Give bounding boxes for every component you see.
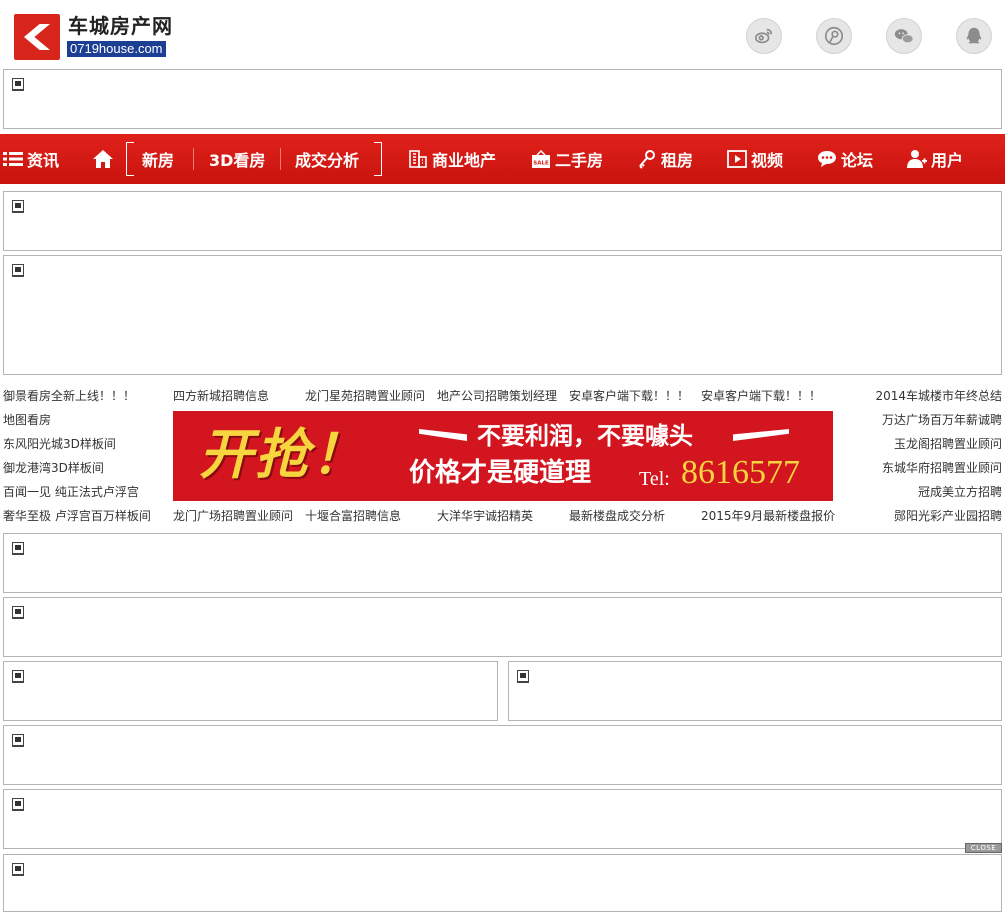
main-nav: 资讯 新房 3D看房 成交分析 商业地产 SALE 二手房 租房 视频 论坛 用… bbox=[0, 134, 1005, 184]
broken-image-icon bbox=[12, 798, 24, 811]
key-icon bbox=[639, 150, 655, 169]
banner-tel-label: Tel: bbox=[639, 468, 670, 490]
text-link[interactable]: 2014车城楼市年终总结 bbox=[875, 388, 1002, 404]
weibo-icon[interactable] bbox=[746, 18, 782, 54]
wechat-icon[interactable] bbox=[886, 18, 922, 54]
nav-item-news[interactable]: 资讯 bbox=[3, 134, 59, 184]
ad-placeholder[interactable] bbox=[3, 661, 498, 721]
nav-item-new-house[interactable]: 新房 bbox=[142, 134, 174, 184]
sale-tag-icon: SALE bbox=[532, 149, 550, 168]
list-icon bbox=[3, 152, 23, 166]
text-link[interactable]: 东城华府招聘置业顾问 bbox=[882, 460, 1002, 476]
banner-line-2: 价格才是硬道理 bbox=[409, 458, 592, 488]
broken-image-icon bbox=[12, 264, 24, 277]
ad-placeholder[interactable] bbox=[3, 597, 1002, 657]
promo-banner[interactable]: 开抢！ 不要利润，不要噱头 价格才是硬道理 Tel: 8616577 bbox=[173, 411, 833, 501]
text-link[interactable]: 大洋华宇诚招精英 bbox=[437, 508, 533, 524]
broken-image-icon bbox=[12, 734, 24, 747]
nav-label: 新房 bbox=[142, 151, 175, 170]
nav-label: 用户 bbox=[931, 151, 964, 170]
text-link[interactable]: 龙门星苑招聘置业顾问 bbox=[305, 388, 425, 404]
text-link[interactable]: 龙门广场招聘置业顾问 bbox=[173, 508, 293, 524]
text-link[interactable]: 玉龙阁招聘置业顾问 bbox=[894, 436, 1002, 452]
home-icon bbox=[93, 150, 113, 168]
logo-mark-icon bbox=[14, 14, 60, 60]
nav-item-forum[interactable]: 论坛 bbox=[817, 134, 873, 184]
nav-label: 二手房 bbox=[555, 151, 604, 170]
broken-image-icon bbox=[12, 78, 24, 91]
banner-headline: 开抢！ bbox=[199, 423, 367, 486]
nav-item-commercial[interactable]: 商业地产 bbox=[408, 134, 496, 184]
text-link[interactable]: 十堰合富招聘信息 bbox=[305, 508, 401, 524]
ad-placeholder[interactable] bbox=[3, 69, 1002, 129]
nav-label: 视频 bbox=[751, 151, 784, 170]
broken-image-icon bbox=[12, 542, 24, 555]
text-link[interactable]: 安卓客户端下载！！！ bbox=[701, 388, 821, 404]
nav-label: 论坛 bbox=[841, 151, 874, 170]
site-logo[interactable]: 车城房产网 0719house.com bbox=[14, 14, 174, 60]
text-link[interactable]: 奢华至极 卢浮宫百万样板间 bbox=[3, 508, 151, 524]
text-link[interactable]: 冠成美立方招聘 bbox=[918, 484, 1002, 500]
nav-label: 商业地产 bbox=[432, 151, 497, 170]
bracket-decoration bbox=[374, 142, 382, 176]
nav-item-deal-analysis[interactable]: 成交分析 bbox=[295, 134, 359, 184]
add-user-icon bbox=[907, 150, 927, 168]
text-link[interactable]: 万达广场百万年薪诚聘 bbox=[882, 412, 1002, 428]
logo-domain: 0719house.com bbox=[67, 41, 166, 57]
broken-image-icon bbox=[12, 606, 24, 619]
bracket-decoration bbox=[126, 142, 134, 176]
text-link[interactable]: 安卓客户端下载！！！ bbox=[569, 388, 689, 404]
arrow-decoration bbox=[419, 429, 467, 441]
ad-placeholder[interactable] bbox=[3, 255, 1002, 375]
building-icon bbox=[409, 150, 427, 168]
chat-icon bbox=[818, 151, 836, 167]
site-header: 车城房产网 0719house.com bbox=[0, 0, 1005, 68]
ad-placeholder[interactable] bbox=[3, 789, 1002, 849]
broken-image-icon bbox=[12, 200, 24, 213]
tencent-weibo-icon[interactable] bbox=[816, 18, 852, 54]
nav-label: 资讯 bbox=[27, 151, 60, 170]
nav-divider bbox=[193, 148, 194, 170]
text-link[interactable]: 郧阳光彩产业园招聘 bbox=[894, 508, 1002, 524]
text-link[interactable]: 御景看房全新上线！！！ bbox=[3, 388, 135, 404]
ad-placeholder[interactable] bbox=[3, 854, 1002, 912]
text-link[interactable]: 百闻一见 纯正法式卢浮宫 bbox=[3, 484, 139, 500]
close-ad-button[interactable]: CLOSE bbox=[965, 843, 1002, 853]
nav-item-second-hand[interactable]: SALE 二手房 bbox=[531, 134, 603, 184]
nav-item-home[interactable] bbox=[93, 134, 113, 184]
banner-tel-number: 8616577 bbox=[681, 454, 800, 491]
text-link[interactable]: 四方新城招聘信息 bbox=[173, 388, 269, 404]
logo-name: 车城房产网 bbox=[68, 14, 173, 38]
text-link[interactable]: 御龙港湾3D样板间 bbox=[3, 460, 104, 476]
text-link[interactable]: 最新楼盘成交分析 bbox=[569, 508, 665, 524]
nav-item-3d-view[interactable]: 3D看房 bbox=[209, 134, 265, 184]
qq-icon[interactable] bbox=[956, 18, 992, 54]
text-link[interactable]: 地图看房 bbox=[3, 412, 51, 428]
nav-label: 3D看房 bbox=[209, 151, 266, 170]
broken-image-icon bbox=[517, 670, 529, 683]
nav-item-user[interactable]: 用户 bbox=[907, 134, 963, 184]
nav-label: 成交分析 bbox=[295, 151, 360, 170]
nav-label: 租房 bbox=[661, 151, 694, 170]
nav-item-video[interactable]: 视频 bbox=[727, 134, 783, 184]
arrow-decoration bbox=[733, 429, 789, 441]
text-link[interactable]: 东风阳光城3D样板间 bbox=[3, 436, 116, 452]
ad-placeholder[interactable] bbox=[3, 191, 1002, 251]
ad-placeholder[interactable] bbox=[3, 725, 1002, 785]
nav-divider bbox=[280, 148, 281, 170]
svg-text:SALE: SALE bbox=[533, 161, 549, 167]
banner-line-1: 不要利润，不要噱头 bbox=[477, 422, 693, 450]
ad-placeholder[interactable] bbox=[508, 661, 1002, 721]
broken-image-icon bbox=[12, 863, 24, 876]
nav-item-rent[interactable]: 租房 bbox=[637, 134, 693, 184]
play-icon bbox=[727, 150, 747, 168]
ad-placeholder[interactable] bbox=[3, 533, 1002, 593]
text-link[interactable]: 2015年9月最新楼盘报价 bbox=[701, 508, 835, 524]
text-link[interactable]: 地产公司招聘策划经理 bbox=[437, 388, 557, 404]
broken-image-icon bbox=[12, 670, 24, 683]
